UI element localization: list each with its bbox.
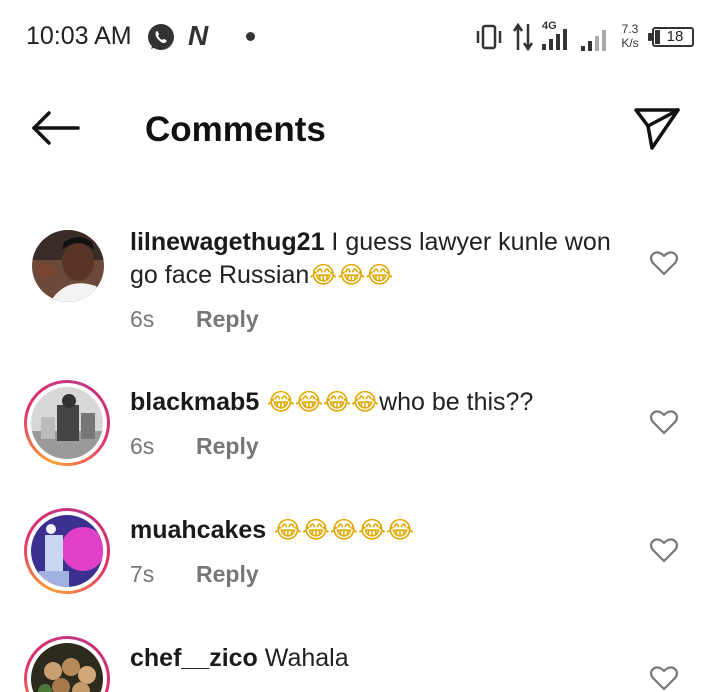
vibrate-icon [476, 24, 502, 50]
comment-text: Wahala [257, 644, 349, 672]
comment-body: lilnewagethug21 I guess lawyer kunle won… [130, 226, 620, 292]
comment-text: who be this?? [379, 388, 534, 416]
heart-icon[interactable] [650, 537, 678, 563]
avatar[interactable] [24, 380, 110, 466]
comment-meta: 6s Reply [130, 306, 259, 333]
page-title: Comments [145, 110, 326, 149]
comment-username[interactable]: lilnewagethug21 [130, 228, 324, 256]
comment-username[interactable]: muahcakes [130, 516, 266, 544]
whatsapp-icon [148, 24, 174, 50]
network-speed-unit: K/s [621, 36, 639, 50]
comment-meta: 7s Reply [130, 561, 259, 588]
comment-username[interactable]: chef__zico [130, 644, 258, 672]
status-time: 10:03 AM [26, 22, 132, 50]
dot-icon [246, 32, 255, 41]
comment-time: 7s [130, 561, 155, 587]
back-button[interactable] [24, 106, 84, 150]
reply-button[interactable]: Reply [196, 433, 259, 459]
heart-icon[interactable] [650, 250, 678, 276]
comment-meta: 6s Reply [130, 433, 259, 460]
signal-icon [581, 30, 606, 51]
share-button[interactable] [628, 102, 684, 154]
comment-body: chef__zico Wahala [130, 642, 620, 675]
avatar[interactable] [24, 508, 110, 594]
comment-body: blackmab5 😂😂😂😂who be this?? [130, 386, 620, 419]
comment-time: 6s [130, 433, 155, 459]
comment-username[interactable]: blackmab5 [130, 388, 259, 416]
battery-level: 18 [666, 28, 684, 45]
battery-icon: 18 [648, 27, 694, 47]
data-arrows-icon [512, 22, 534, 52]
comment-emoji: 😂😂😂 [309, 261, 394, 289]
reply-button[interactable]: Reply [196, 306, 259, 332]
arrow-left-icon [32, 111, 80, 145]
header: Comments [0, 90, 720, 170]
network-type-label: 4G [542, 20, 557, 32]
status-bar: 10:03 AM N 4G 7.3 K/s 18 [0, 0, 720, 74]
comment-body: muahcakes 😂😂😂😂😂 [130, 514, 620, 547]
network-speed: 7.3 K/s [616, 22, 644, 50]
comment-time: 6s [130, 306, 155, 332]
signal-icon: 4G [542, 20, 567, 50]
heart-icon[interactable] [650, 665, 678, 691]
avatar[interactable] [24, 636, 110, 692]
heart-icon[interactable] [650, 409, 678, 435]
reply-button[interactable]: Reply [196, 561, 259, 587]
n-icon: N [188, 20, 209, 51]
network-speed-value: 7.3 [621, 22, 639, 36]
paper-plane-icon [634, 108, 680, 150]
comment-emoji: 😂😂😂😂😂 [266, 516, 415, 544]
avatar[interactable] [32, 230, 104, 302]
comment-emoji: 😂😂😂😂 [259, 388, 380, 416]
